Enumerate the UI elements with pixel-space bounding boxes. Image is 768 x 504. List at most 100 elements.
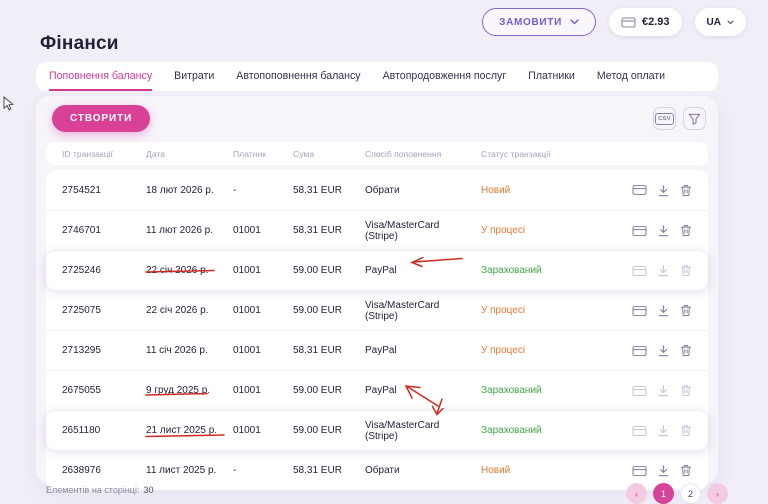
col-method: Спосіб поповнення [365, 149, 481, 159]
download-icon[interactable] [657, 464, 670, 477]
cell-method: PayPal [365, 265, 481, 276]
table-row[interactable]: 2725075 22 січ 2026 р. 01001 59.00 EUR V… [46, 290, 708, 330]
trash-icon[interactable] [680, 424, 692, 437]
csv-export-button[interactable]: CSV [653, 107, 676, 130]
cell-transaction-id: 2725246 [46, 265, 146, 276]
cell-method-choose[interactable]: Обрати [365, 465, 481, 476]
trash-icon[interactable] [680, 264, 692, 277]
row-actions [604, 184, 708, 197]
top-bar: ЗАМОВИТИ €2.93 UA [482, 8, 746, 36]
cell-date: 22 січ 2026 р. [146, 265, 233, 276]
tab-bar: Поповнення балансу Витрати Автопоповненн… [36, 62, 718, 91]
table-row[interactable]: 2675055 9 груд 2025 р. 01001 59.00 EUR P… [46, 370, 708, 410]
order-button[interactable]: ЗАМОВИТИ [482, 8, 596, 36]
language-value: UA [707, 17, 721, 28]
table-body: 2754521 18 лют 2026 р. - 58.31 EUR Обрат… [46, 170, 708, 490]
table-row[interactable]: 2651180 21 лист 2025 р. 01001 59.00 EUR … [46, 410, 708, 450]
cell-payer: 01001 [233, 345, 293, 356]
table-row[interactable]: 2754521 18 лют 2026 р. - 58.31 EUR Обрат… [46, 170, 708, 210]
tab-auto-topup[interactable]: Автопоповнення балансу [236, 62, 360, 91]
card-icon[interactable] [632, 345, 647, 357]
order-button-label: ЗАМОВИТИ [499, 17, 562, 28]
trash-icon[interactable] [680, 304, 692, 317]
tab-balance-topup[interactable]: Поповнення балансу [49, 62, 152, 91]
tab-payment-method[interactable]: Метод оплати [597, 62, 665, 91]
cell-transaction-id: 2746701 [46, 225, 146, 236]
cell-method: PayPal [365, 385, 481, 396]
status-badge: У процесі [481, 305, 604, 316]
pagination-prev[interactable]: ‹ [626, 483, 647, 504]
cell-amount: 58.31 EUR [293, 225, 365, 236]
cell-date: 22 січ 2026 р. [146, 305, 233, 316]
cell-amount: 58.31 EUR [293, 185, 365, 196]
content-card: СТВОРИТИ CSV ID транзакції Дата Платник … [36, 96, 718, 484]
table-row[interactable]: 2638976 11 лист 2025 р. - 58.31 EUR Обра… [46, 450, 708, 490]
row-actions [604, 464, 708, 477]
status-badge: Новий [481, 185, 604, 196]
download-icon[interactable] [657, 384, 670, 397]
download-icon[interactable] [657, 224, 670, 237]
status-badge: Зарахований [481, 425, 604, 436]
cell-amount: 59.00 EUR [293, 265, 365, 276]
tab-payers[interactable]: Платники [528, 62, 575, 91]
download-icon[interactable] [657, 264, 670, 277]
cell-amount: 58.31 EUR [293, 345, 365, 356]
chevron-down-icon [727, 20, 734, 25]
cell-transaction-id: 2675055 [46, 385, 146, 396]
pagination-next[interactable]: › [707, 483, 728, 504]
download-icon[interactable] [657, 424, 670, 437]
cell-transaction-id: 2651180 [46, 425, 146, 436]
card-icon[interactable] [632, 265, 647, 277]
cell-payer: 01001 [233, 385, 293, 396]
cell-payer: 01001 [233, 265, 293, 276]
cell-transaction-id: 2638976 [46, 465, 146, 476]
card-icon[interactable] [632, 184, 647, 196]
cell-payer: 01001 [233, 425, 293, 436]
status-badge: У процесі [481, 345, 604, 356]
pagination-page-1[interactable]: 1 [653, 483, 674, 504]
tab-expenses[interactable]: Витрати [174, 62, 214, 91]
trash-icon[interactable] [680, 344, 692, 357]
cell-method: Visa/MasterCard (Stripe) [365, 420, 481, 442]
trash-icon[interactable] [680, 184, 692, 197]
items-per-page: Елементів на сторінці: 30 [46, 485, 153, 495]
col-payer: Платник [233, 149, 293, 159]
trash-icon[interactable] [680, 224, 692, 237]
cell-date: 11 січ 2026 р. [146, 345, 233, 356]
card-icon [621, 17, 636, 28]
table-row[interactable]: 2725246 22 січ 2026 р. 01001 59.00 EUR P… [46, 250, 708, 290]
trash-icon[interactable] [680, 384, 692, 397]
card-icon[interactable] [632, 465, 647, 477]
col-status: Статус транзакції [481, 149, 604, 159]
download-icon[interactable] [657, 184, 670, 197]
cell-date: 11 лист 2025 р. [146, 465, 233, 476]
items-per-page-select[interactable]: 30 [143, 485, 153, 495]
col-transaction-id: ID транзакції [46, 149, 146, 159]
col-amount: Сума [293, 149, 365, 159]
language-selector[interactable]: UA [695, 8, 746, 36]
card-icon[interactable] [632, 305, 647, 317]
cell-payer: 01001 [233, 305, 293, 316]
items-per-page-label: Елементів на сторінці: [46, 485, 139, 495]
create-button[interactable]: СТВОРИТИ [52, 105, 150, 132]
cell-method-choose[interactable]: Обрати [365, 185, 481, 196]
tab-auto-renewal[interactable]: Автопродовження послуг [383, 62, 507, 91]
row-actions [604, 384, 708, 397]
download-icon[interactable] [657, 304, 670, 317]
row-actions [604, 304, 708, 317]
cell-date: 21 лист 2025 р. [146, 425, 233, 436]
filter-button[interactable] [683, 107, 706, 130]
card-icon[interactable] [632, 425, 647, 437]
download-icon[interactable] [657, 344, 670, 357]
trash-icon[interactable] [680, 464, 692, 477]
pagination-page-2[interactable]: 2 [680, 483, 701, 504]
cell-amount: 59.00 EUR [293, 385, 365, 396]
balance-pill[interactable]: €2.93 [609, 8, 682, 36]
card-icon[interactable] [632, 385, 647, 397]
table-row[interactable]: 2746701 11 лют 2026 р. 01001 58.31 EUR V… [46, 210, 708, 250]
card-icon[interactable] [632, 225, 647, 237]
cell-method: Visa/MasterCard (Stripe) [365, 220, 481, 242]
cell-method: Visa/MasterCard (Stripe) [365, 300, 481, 322]
table-row[interactable]: 2713295 11 січ 2026 р. 01001 58.31 EUR P… [46, 330, 708, 370]
pagination: ‹ 1 2 › [626, 483, 728, 504]
